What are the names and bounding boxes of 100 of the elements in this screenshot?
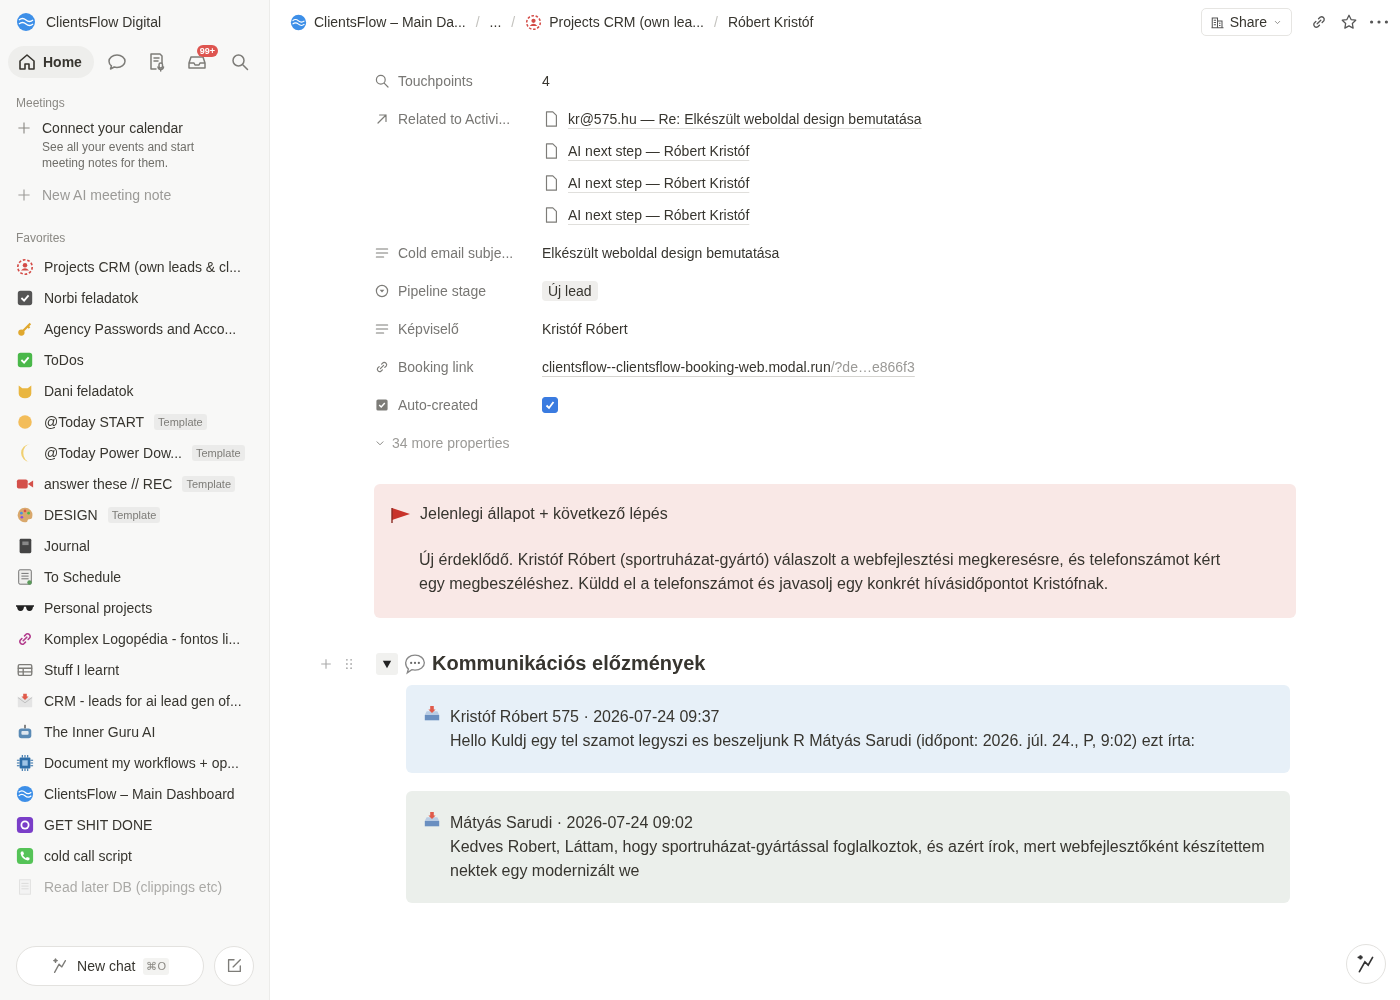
plus-icon — [16, 120, 32, 136]
property-label: Képviselő — [398, 321, 459, 337]
sidebar-item[interactable]: DESIGN — [44, 506, 98, 523]
property-value: 4 — [542, 73, 550, 89]
envelope-icon — [16, 691, 34, 710]
breadcrumb-item[interactable]: ... — [487, 12, 504, 32]
callout-title: Jelenlegi állapot + következő lépés — [420, 505, 668, 523]
more-icon — [1370, 20, 1388, 24]
property-value: Elkészült weboldal design bemutatása — [542, 245, 780, 261]
sidebar-item[interactable]: Document my workflows + op... — [44, 754, 239, 771]
share-button[interactable]: Share — [1200, 8, 1292, 36]
star-icon — [1340, 13, 1358, 31]
sidebar-item[interactable]: ToDos — [44, 351, 84, 368]
message-text: Hello Kuldj egy tel szamot legyszi es beszeljunk R Mátyás Sarudi (időpont: 2026. júl. 24., P, 9:02) ezt írta: — [450, 731, 1195, 751]
related-page-link[interactable]: AI next step — Róbert Kristóf — [568, 175, 750, 191]
sidebar-item[interactable]: cold call script — [44, 847, 132, 864]
palette-icon — [16, 505, 34, 524]
sidebar-item[interactable]: ClientsFlow – Main Dashboard — [44, 785, 235, 802]
new-chat-button[interactable]: New chat ⌘O — [16, 946, 204, 986]
property-value: Kristóf Róbert — [542, 321, 628, 337]
message-header: Kristóf Róbert 575 · 2026-07-24 09:37 — [450, 707, 721, 727]
sunglasses-icon — [16, 604, 34, 611]
link-icon — [374, 359, 390, 375]
sidebar-item[interactable]: To Schedule — [44, 568, 122, 585]
chip-icon — [16, 753, 34, 772]
connect-calendar-link[interactable]: Connect your calendar — [42, 120, 217, 136]
sidebar-item[interactable]: @Today START — [44, 413, 145, 430]
sidebar-item[interactable]: The Inner Guru AI — [44, 723, 156, 740]
sidebar-item[interactable]: CRM - leads for ai lead gen of... — [44, 692, 242, 709]
sidebar-item[interactable]: @Today Power Dow... — [44, 444, 182, 461]
wave-logo-icon — [290, 13, 307, 31]
calendar-description: See all your events and start meeting notes for them. — [42, 139, 196, 171]
sidebar-item[interactable]: Projects CRM (own leads & cl... — [44, 258, 241, 275]
list-icon — [16, 567, 34, 586]
document-icon — [16, 877, 34, 896]
wave-logo-icon — [16, 12, 36, 32]
chat-bubble-icon — [106, 52, 127, 72]
checkbox[interactable] — [542, 397, 558, 413]
shortcut-hint: ⌘O — [143, 957, 169, 975]
target-icon — [16, 257, 34, 276]
compose-button[interactable] — [214, 946, 254, 986]
count-badge: 99+ — [196, 45, 218, 57]
search-icon — [374, 73, 390, 89]
app-icon — [16, 815, 34, 834]
property-label: Auto-created — [398, 397, 479, 413]
sidebar-item[interactable]: Komplex Logopédia - fontos li... — [44, 630, 241, 647]
related-page-link[interactable]: AI next step — Róbert Kristóf — [568, 143, 750, 159]
breadcrumb-separator: / — [511, 14, 516, 30]
property-label: Related to Activi... — [398, 111, 511, 127]
sidebar-item[interactable]: Personal projects — [44, 599, 153, 616]
property-label: Cold email subje... — [398, 245, 514, 261]
checkbox-icon — [374, 397, 390, 413]
section-heading: Kommunikációs előzmények — [432, 652, 706, 675]
speech-bubble-icon — [404, 652, 426, 675]
sidebar-item[interactable]: GET SHIT DONE — [44, 816, 153, 833]
stage-tag: Új lead — [542, 281, 598, 301]
section-heading: Meetings — [15, 95, 66, 112]
checkmark-icon — [544, 399, 556, 411]
compose-icon — [225, 957, 243, 975]
property-label: Touchpoints — [398, 73, 473, 89]
ai-assistant-button[interactable] — [1346, 944, 1386, 984]
property-label: Booking link — [398, 359, 474, 375]
search-icon — [230, 52, 250, 72]
template-tag: Template — [107, 506, 161, 523]
booking-link[interactable]: clientsflow--clientsflow-booking-web.modal.run/?de…e866f3 — [542, 359, 915, 375]
link-icon — [1310, 13, 1328, 31]
sidebar-item[interactable]: Norbi feladatok — [44, 289, 139, 306]
check-icon — [16, 350, 34, 369]
status-circle-icon — [374, 283, 390, 299]
checkbox-icon — [16, 288, 34, 307]
breadcrumb-item[interactable]: ClientsFlow – Main Da... — [288, 11, 468, 33]
toggle-button[interactable] — [376, 652, 398, 675]
sidebar-item[interactable]: Journal — [44, 537, 90, 554]
sidebar-item[interactable]: Agency Passwords and Acco... — [44, 320, 237, 337]
target-icon — [525, 13, 543, 31]
robot-icon — [16, 722, 34, 741]
sidebar-item[interactable]: Stuff I learnt — [44, 661, 120, 678]
sidebar-item[interactable]: Dani feladatok — [44, 382, 134, 399]
building-icon — [1209, 14, 1225, 30]
template-tag: Template — [154, 413, 207, 430]
phone-icon — [16, 846, 34, 865]
wave-logo-icon — [16, 784, 34, 803]
inbox-tray-icon — [423, 705, 441, 723]
home-tab[interactable]: Home — [8, 46, 94, 78]
property-label: Pipeline stage — [398, 283, 486, 299]
breadcrumb-separator: / — [714, 14, 718, 30]
message-text: Kedves Robert, Láttam, hogy sportruházat-gyártással foglalkoztok, és azért írok, mert webfejlesztőként készítettem nektek egy modernizált we — [450, 837, 1266, 881]
section-heading: Favorites — [15, 230, 67, 247]
sidebar-item[interactable]: answer these // REC — [44, 475, 173, 492]
related-page-link[interactable]: kr@575.hu — Re: Elkészült weboldal design bemutatása — [568, 111, 922, 127]
workspace-name[interactable]: ClientsFlow Digital — [46, 14, 162, 30]
text-lines-icon — [374, 245, 390, 261]
sun-icon — [16, 412, 34, 431]
template-tag: Template — [182, 475, 236, 492]
breadcrumb-item[interactable]: Róbert Kristóf — [725, 12, 816, 32]
home-icon — [17, 52, 37, 72]
moon-icon — [19, 443, 31, 462]
related-page-link[interactable]: AI next step — Róbert Kristóf — [568, 207, 750, 223]
breadcrumb-item[interactable]: Projects CRM (own lea... — [523, 11, 706, 33]
inbox-tray-icon — [423, 811, 441, 829]
